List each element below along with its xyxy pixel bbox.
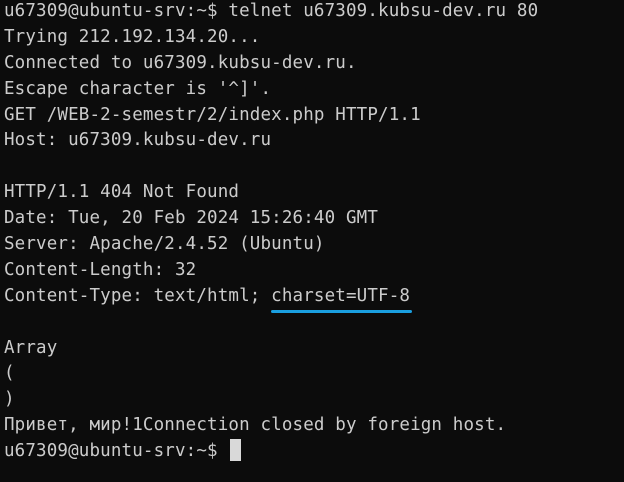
terminal-line: Connected to u67309.kubsu-dev.ru. bbox=[4, 52, 357, 73]
terminal-window[interactable]: u67309@ubuntu-srv:~$ telnet u67309.kubsu… bbox=[0, 0, 624, 482]
terminal-prompt-line[interactable]: u67309@ubuntu-srv:~$ bbox=[4, 439, 624, 465]
terminal-line: Date: Tue, 20 Feb 2024 15:26:40 GMT bbox=[4, 208, 379, 229]
terminal-line: HTTP/1.1 404 Not Found bbox=[4, 182, 240, 203]
terminal-line: ) bbox=[4, 389, 15, 410]
terminal-line: Escape character is '^]'. bbox=[4, 78, 272, 99]
terminal-line: Привет, мир!1Connection closed by foreig… bbox=[4, 415, 507, 436]
terminal-line: Content-Length: 32 bbox=[4, 259, 197, 280]
content-type-prefix: Content-Type: text/html; bbox=[4, 285, 272, 306]
terminal-line: ( bbox=[4, 363, 15, 384]
charset-text: charset=UTF-8 bbox=[271, 285, 411, 306]
terminal-line: GET /WEB-2-semestr/2/index.php HTTP/1.1 bbox=[4, 104, 421, 125]
terminal-line: Server: Apache/2.4.52 (Ubuntu) bbox=[4, 234, 325, 255]
terminal-line-command: u67309@ubuntu-srv:~$ telnet u67309.kubsu… bbox=[4, 1, 539, 21]
terminal-line: Host: u67309.kubsu-dev.ru bbox=[4, 130, 272, 151]
terminal-line: Array bbox=[4, 337, 58, 358]
charset-highlight: charset=UTF-8 bbox=[271, 284, 413, 313]
terminal-line-content-type: Content-Type: text/html; charset=UTF-8 bbox=[4, 284, 624, 313]
prompt-text: u67309@ubuntu-srv:~$ bbox=[4, 441, 229, 462]
text-cursor bbox=[230, 439, 242, 462]
terminal-line: Trying 212.192.134.20... bbox=[4, 26, 261, 47]
